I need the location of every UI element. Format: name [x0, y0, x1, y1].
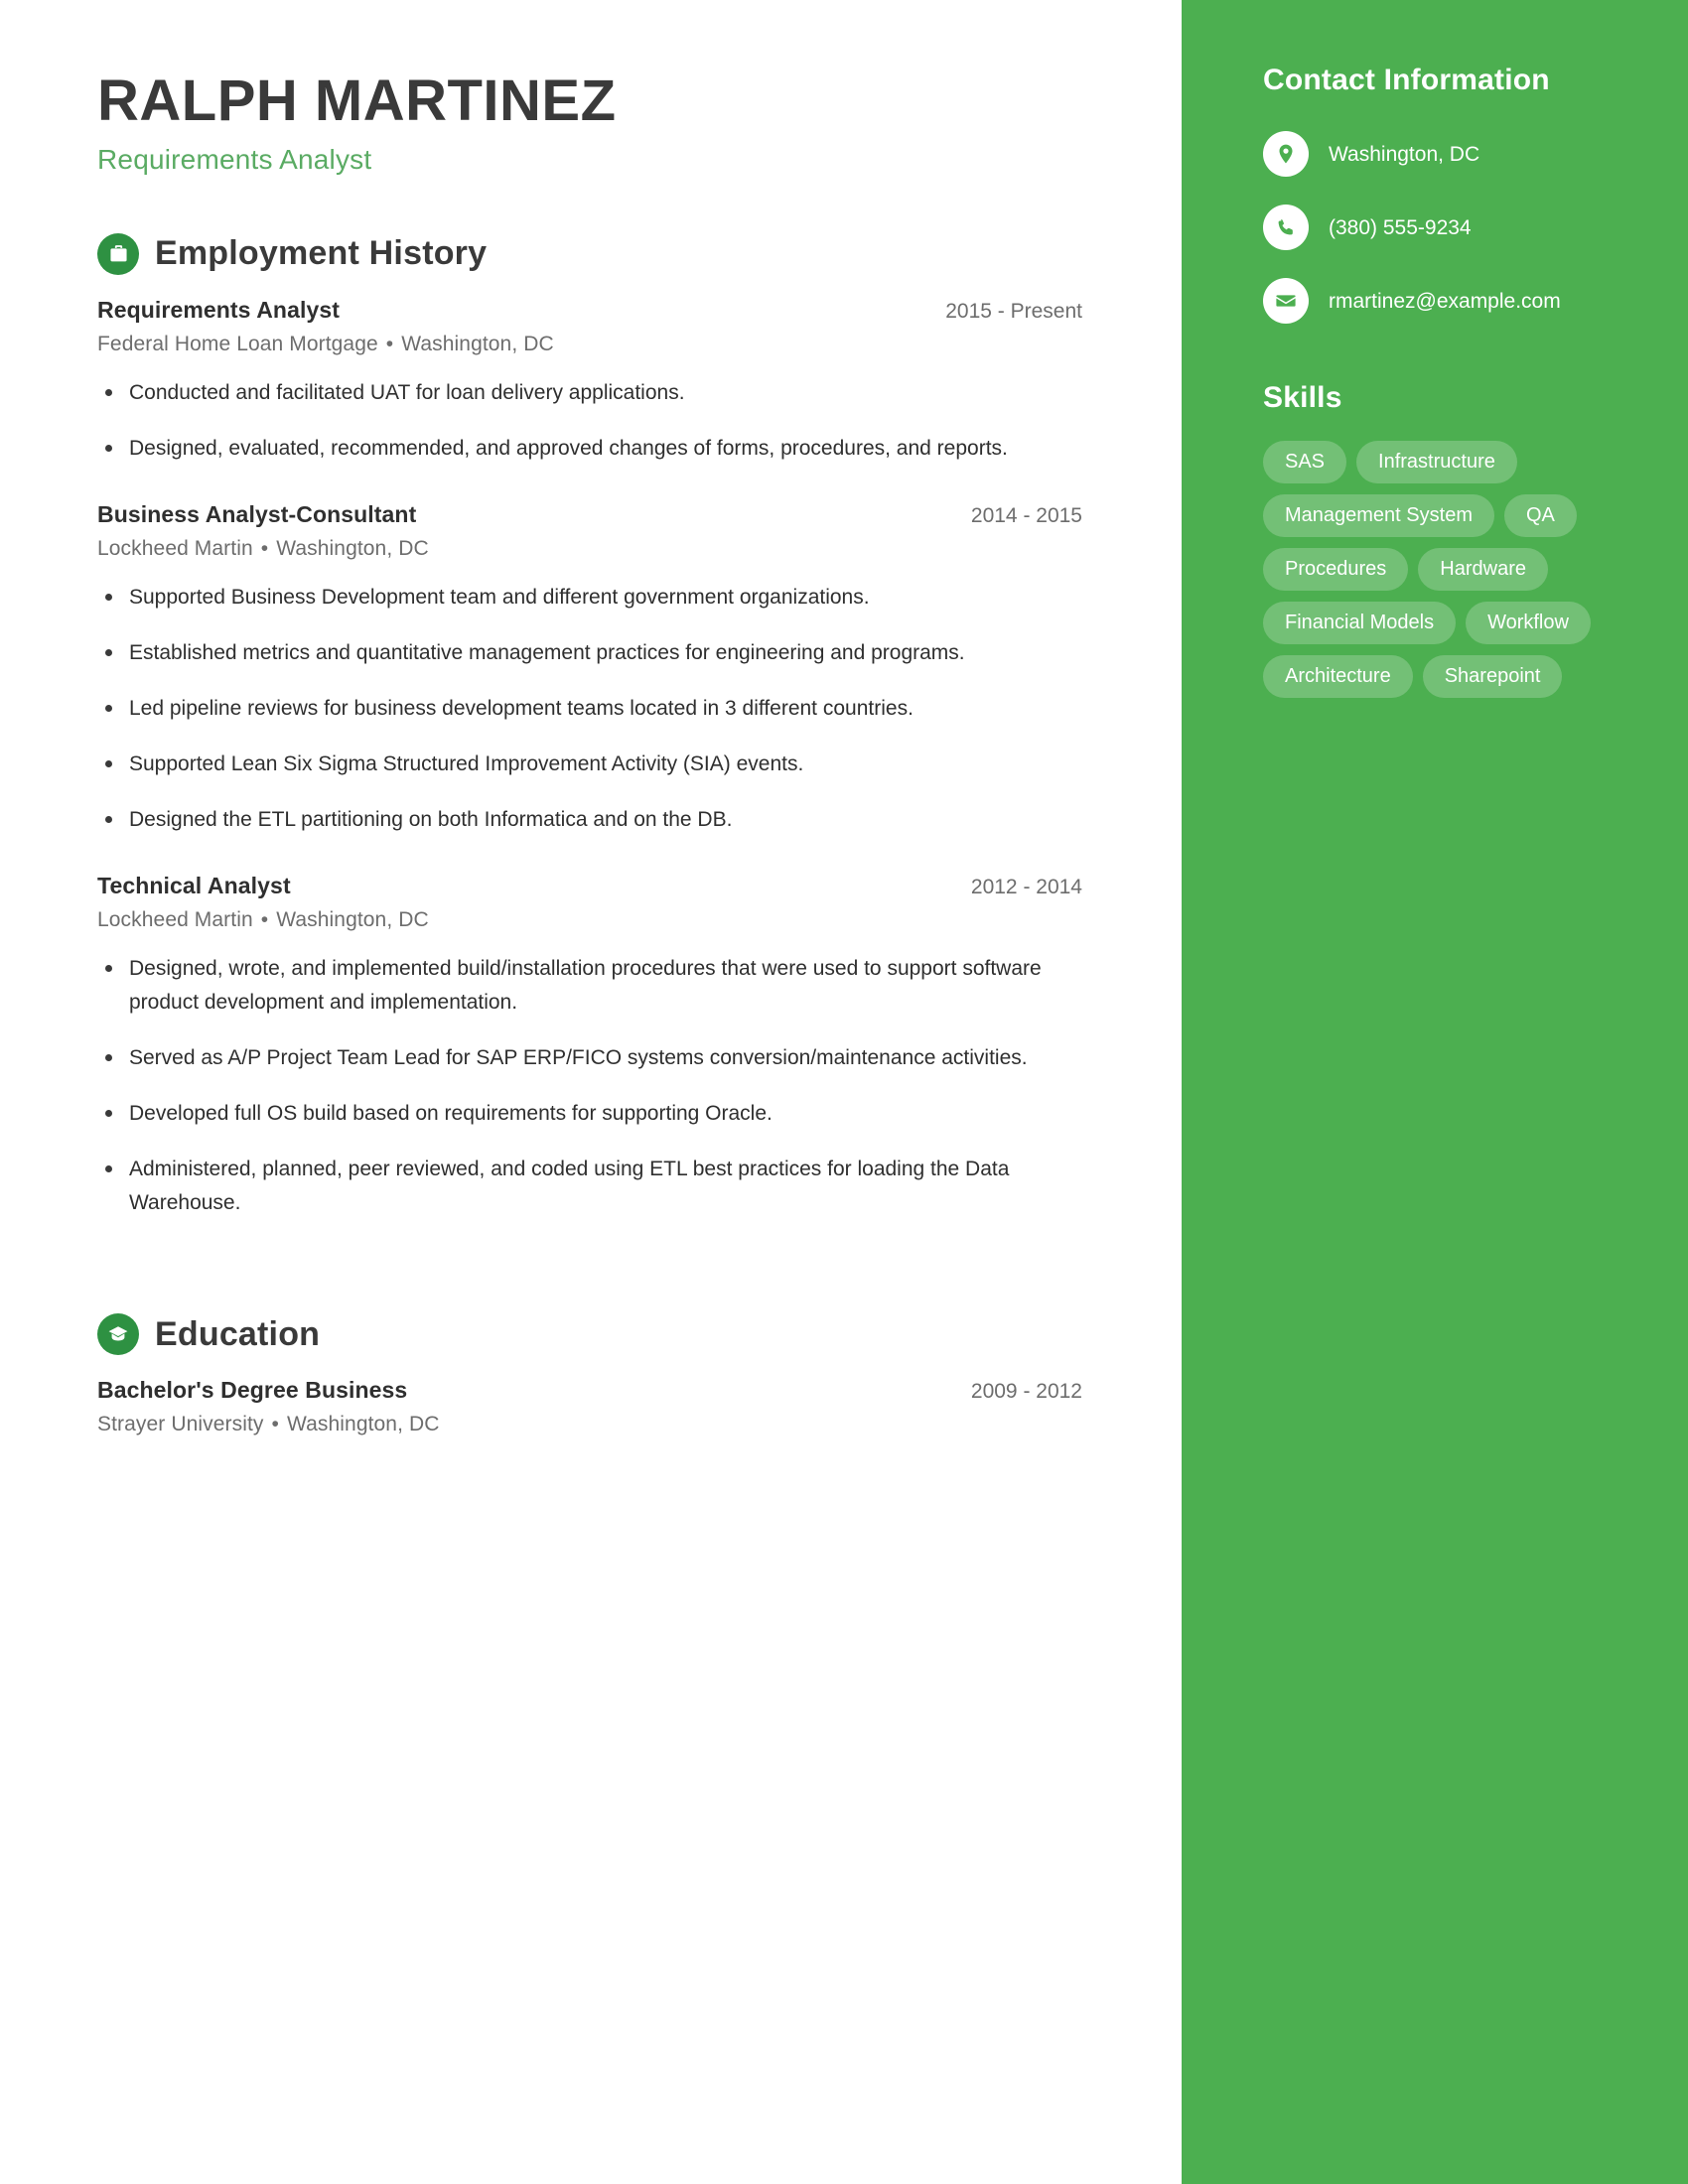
bullet-item: Served as A/P Project Team Lead for SAP … [97, 1041, 1082, 1075]
entry-meta: Federal Home Loan Mortgage • Washington, D… [97, 333, 1082, 356]
contact-location-row: Washington, DC [1263, 131, 1630, 177]
meta-separator: • [271, 1413, 279, 1436]
main-column: RALPH MARTINEZ Requirements Analyst Empl… [0, 0, 1182, 2184]
entry-bullets: Designed, wrote, and implemented build/i… [97, 952, 1082, 1220]
meta-separator: • [260, 536, 269, 560]
briefcase-icon [97, 232, 139, 275]
entry-header: Requirements Analyst 2015 - Present [97, 297, 1082, 324]
bullet-item: Administered, planned, peer reviewed, an… [97, 1153, 1082, 1220]
entry-dates: 2012 - 2014 [970, 876, 1082, 899]
contact-email-value: rmartinez@example.com [1329, 290, 1561, 313]
entry-role: Technical Analyst [97, 873, 291, 899]
bullet-item: Conducted and facilitated UAT for loan d… [97, 376, 1082, 410]
bullet-item: Established metrics and quantitative man… [97, 636, 1082, 670]
skills-heading: Skills [1263, 381, 1342, 414]
bullet-item: Led pipeline reviews for business develo… [97, 692, 1082, 726]
skill-tag: Financial Models [1263, 602, 1457, 644]
employment-entry: Requirements Analyst 2015 - Present Fede… [97, 297, 1082, 466]
entry-dates: 2009 - 2012 [970, 1380, 1082, 1404]
meta-separator: • [385, 332, 394, 355]
contact-location-value: Washington, DC [1329, 143, 1480, 166]
skill-tag: Sharepoint [1422, 655, 1563, 698]
contact-information-heading: Contact Information [1263, 64, 1550, 96]
employment-history-section: Employment History Requirements Analyst … [97, 232, 1082, 1220]
education-section: Education Bachelor's Degree Business 200… [97, 1313, 1082, 1436]
entry-location: Washington, DC [286, 1413, 440, 1436]
bullet-item: Designed, wrote, and implemented build/i… [97, 952, 1082, 1020]
section-title: Education [155, 1314, 321, 1353]
envelope-icon [1263, 278, 1309, 324]
contact-phone-value: (380) 555-9234 [1329, 216, 1472, 239]
entry-meta: Lockheed Martin • Washington, DC [97, 908, 1082, 932]
bullet-item: Designed, evaluated, recommended, and ap… [97, 432, 1082, 466]
phone-icon [1263, 205, 1309, 250]
entry-company: Federal Home Loan Mortgage [97, 332, 378, 355]
skill-tag: QA [1503, 494, 1577, 537]
skill-tag: SAS [1263, 441, 1347, 483]
skill-tag: Infrastructure [1356, 441, 1517, 483]
entry-role: Business Analyst-Consultant [97, 500, 417, 527]
skill-tag: Procedures [1263, 548, 1409, 591]
skill-tag: Architecture [1263, 655, 1413, 698]
employment-entry: Business Analyst-Consultant 2014 - 2015 … [97, 501, 1082, 837]
bullet-item: Supported Lean Six Sigma Structured Impr… [97, 748, 1082, 781]
resume-document: RALPH MARTINEZ Requirements Analyst Empl… [0, 0, 1688, 2184]
entry-location: Washington, DC [401, 332, 554, 355]
location-pin-icon [1263, 131, 1309, 177]
entry-bullets: Supported Business Development team and … [97, 581, 1082, 837]
skill-tag: Management System [1263, 494, 1494, 537]
entry-role: Requirements Analyst [97, 296, 340, 323]
skills-list: SAS Infrastructure Management System QA … [1263, 441, 1617, 698]
skill-tag: Hardware [1418, 548, 1548, 591]
bullet-item: Designed the ETL partitioning on both In… [97, 803, 1082, 837]
entry-location: Washington, DC [276, 536, 429, 560]
entry-header: Technical Analyst 2012 - 2014 [97, 873, 1082, 899]
bullet-item: Developed full OS build based on require… [97, 1097, 1082, 1131]
headline-job-title: Requirements Analyst [97, 143, 372, 175]
sidebar: Contact Information Washington, DC (380)… [1182, 0, 1688, 2184]
page-title: RALPH MARTINEZ [97, 68, 617, 133]
section-title: Employment History [155, 234, 488, 273]
entry-degree: Bachelor's Degree Business [97, 1377, 408, 1404]
education-entry: Bachelor's Degree Business 2009 - 2012 S… [97, 1377, 1082, 1436]
entry-company: Lockheed Martin [97, 908, 253, 932]
entry-bullets: Conducted and facilitated UAT for loan d… [97, 376, 1082, 466]
contact-phone-row: (380) 555-9234 [1263, 205, 1630, 250]
contact-email-row: rmartinez@example.com [1263, 278, 1630, 324]
entry-company: Lockheed Martin [97, 536, 253, 560]
entry-header: Bachelor's Degree Business 2009 - 2012 [97, 1377, 1082, 1404]
entry-header: Business Analyst-Consultant 2014 - 2015 [97, 501, 1082, 528]
entry-school: Strayer University [97, 1413, 264, 1436]
entry-dates: 2015 - Present [945, 299, 1082, 323]
bullet-item: Supported Business Development team and … [97, 581, 1082, 614]
employment-entry: Technical Analyst 2012 - 2014 Lockheed M… [97, 873, 1082, 1220]
employment-history-heading: Employment History [97, 232, 1082, 275]
entry-dates: 2014 - 2015 [970, 503, 1082, 527]
entry-meta: Strayer University • Washington, DC [97, 1413, 1082, 1436]
entry-location: Washington, DC [276, 908, 429, 932]
graduation-cap-icon [97, 1313, 139, 1356]
meta-separator: • [260, 908, 269, 932]
skill-tag: Workflow [1466, 602, 1591, 644]
education-heading: Education [97, 1313, 1082, 1356]
entry-meta: Lockheed Martin • Washington, DC [97, 537, 1082, 561]
